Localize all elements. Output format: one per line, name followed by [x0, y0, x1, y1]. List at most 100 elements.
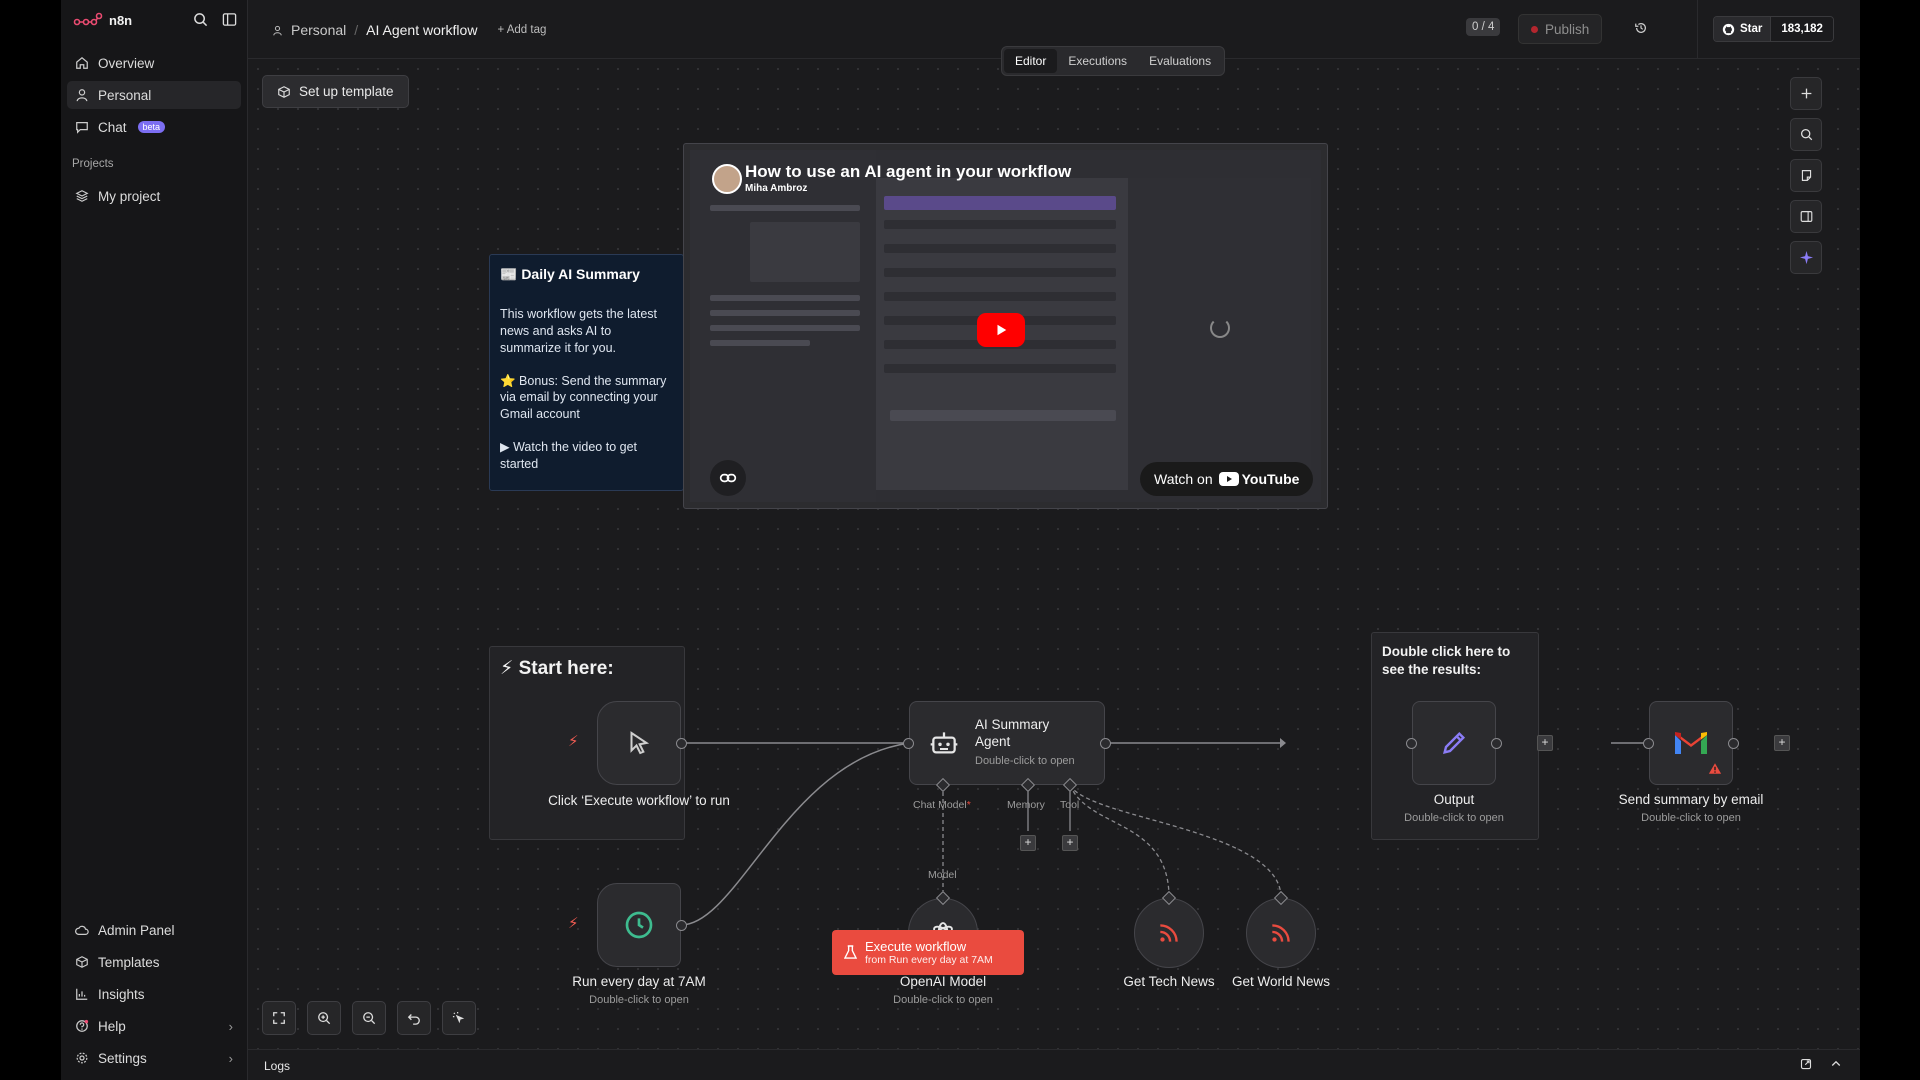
logs-label: Logs: [264, 1059, 291, 1073]
video-author: Miha Ambroz: [745, 183, 808, 194]
schedule-trigger-node[interactable]: [597, 883, 681, 967]
github-star-count: 183,182: [1770, 17, 1833, 41]
output-node[interactable]: [1412, 701, 1496, 785]
toggle-panel-button[interactable]: [1790, 200, 1822, 233]
output-port[interactable]: [1728, 738, 1739, 749]
bar-chart-icon: [76, 988, 88, 1000]
output-port[interactable]: [1491, 738, 1502, 749]
sticky-title: 📰 Daily AI Summary: [500, 266, 640, 282]
youtube-logo-icon: [1218, 472, 1239, 486]
model-port-label: Model: [928, 869, 957, 881]
video-title: How to use an AI agent in your workflow: [745, 162, 1072, 181]
set-up-template-button[interactable]: Set up template: [262, 75, 409, 108]
copy-link-button[interactable]: [710, 460, 746, 496]
undo-icon: [407, 1014, 420, 1025]
port-label-text: Chat Model: [913, 799, 967, 811]
github-icon: [1722, 23, 1735, 35]
sidebar-item-admin-panel[interactable]: Admin Panel: [67, 916, 241, 944]
zoom-in-button[interactable]: [307, 1001, 341, 1035]
history-icon[interactable]: [1634, 21, 1648, 35]
memory-port-label: Memory: [1007, 799, 1045, 811]
zoom-out-button[interactable]: [352, 1001, 386, 1035]
search-icon[interactable]: [193, 12, 208, 27]
panel-icon: [1800, 211, 1812, 222]
output-port[interactable]: [676, 920, 687, 931]
trigger-bolt-icon: ⚡: [568, 733, 579, 750]
sidebar-item-label: Overview: [98, 55, 155, 71]
node-label: Send summary by email: [1618, 792, 1764, 807]
input-port[interactable]: [1406, 738, 1417, 749]
sidebar-item-my-project[interactable]: My project: [67, 182, 241, 210]
logs-panel-bar[interactable]: Logs: [248, 1049, 1860, 1080]
add-tool-button[interactable]: +: [1062, 835, 1078, 851]
layers-icon: [75, 190, 89, 202]
sidebar-toggle-icon[interactable]: [222, 12, 237, 27]
sidebar-item-settings[interactable]: Settings ›: [67, 1044, 241, 1072]
sidebar-item-personal[interactable]: Personal: [67, 81, 241, 109]
add-tag-button[interactable]: + Add tag: [497, 24, 546, 36]
tab-executions[interactable]: Executions: [1057, 49, 1138, 73]
sidebar-item-label: Chat: [98, 119, 127, 135]
gmail-node[interactable]: [1649, 701, 1733, 785]
chevron-right-icon: ›: [228, 1018, 233, 1034]
github-star-button[interactable]: Star 183,182: [1713, 16, 1834, 42]
output-port[interactable]: [676, 738, 687, 749]
get-tech-news-node[interactable]: [1134, 898, 1204, 968]
cloud-icon: [75, 925, 89, 935]
sidebar-item-help[interactable]: Help ›: [67, 1012, 241, 1040]
execute-workflow-label: Execute workflow: [865, 939, 967, 954]
tab-evaluations[interactable]: Evaluations: [1138, 49, 1222, 73]
help-icon: [76, 1019, 89, 1032]
github-star: Star: [1714, 17, 1771, 41]
fit-view-button[interactable]: [262, 1001, 296, 1035]
input-port[interactable]: [1643, 738, 1654, 749]
github-star-label: Star: [1740, 23, 1763, 35]
avatar: [712, 164, 742, 194]
play-button[interactable]: [977, 313, 1025, 347]
watch-on-youtube-button[interactable]: Watch on YouTube: [1140, 462, 1314, 496]
pencil-icon: [1443, 731, 1466, 754]
ai-assistant-button[interactable]: [1790, 241, 1822, 274]
add-sticky-button[interactable]: [1790, 159, 1822, 192]
warning-icon: [1708, 763, 1722, 774]
projects-section-label: Projects: [72, 158, 114, 170]
sidebar-item-label: Templates: [98, 954, 160, 970]
box-icon: [278, 85, 290, 98]
sidebar-item-overview[interactable]: Overview: [67, 49, 241, 77]
sticky-note-daily-summary[interactable]: 📰 Daily AI Summary This workflow gets th…: [489, 254, 684, 491]
add-next-node-button[interactable]: +: [1537, 735, 1553, 751]
node-label: Get World News: [1231, 974, 1331, 989]
loading-spinner-icon: [1210, 318, 1230, 338]
popout-icon[interactable]: [1800, 1058, 1812, 1070]
input-port[interactable]: [903, 738, 914, 749]
breadcrumb: Personal / AI Agent workflow + Add tag: [272, 22, 546, 38]
publish-button[interactable]: Publish: [1518, 14, 1603, 44]
search-nodes-button[interactable]: [1790, 118, 1822, 151]
get-world-news-node[interactable]: [1246, 898, 1316, 968]
required-marker: *: [966, 799, 971, 811]
output-port[interactable]: [1100, 738, 1111, 749]
node-label: Get Tech News: [1123, 974, 1215, 989]
workflow-canvas[interactable]: Set up template 📰 Daily AI Summary This …: [248, 59, 1860, 1049]
sidebar-item-label: My project: [98, 188, 161, 204]
view-tabs: Editor Executions Evaluations: [1001, 46, 1226, 76]
brand[interactable]: n8n: [73, 12, 132, 28]
manual-trigger-node[interactable]: [597, 701, 681, 785]
tidy-up-button[interactable]: [442, 1001, 476, 1035]
video-embed[interactable]: How to use an AI agent in your workflow …: [683, 143, 1328, 509]
add-node-button[interactable]: [1790, 77, 1822, 110]
tab-editor[interactable]: Editor: [1004, 49, 1058, 73]
sidebar-item-insights[interactable]: Insights: [67, 980, 241, 1008]
sidebar-item-templates[interactable]: Templates: [67, 948, 241, 976]
workflow-name[interactable]: AI Agent workflow: [366, 22, 477, 38]
youtube-label: YouTube: [1241, 471, 1300, 487]
undo-button[interactable]: [397, 1001, 431, 1035]
sidebar-item-chat[interactable]: Chat beta: [67, 113, 241, 141]
add-memory-button[interactable]: +: [1020, 835, 1036, 851]
add-next-node-button[interactable]: +: [1774, 735, 1790, 751]
execute-workflow-button[interactable]: Execute workflow from Run every day at 7…: [832, 930, 1024, 975]
chevron-up-icon[interactable]: [1830, 1058, 1842, 1070]
chat-model-port-label: Chat Model*: [913, 799, 971, 811]
breadcrumb-separator: /: [354, 22, 359, 38]
breadcrumb-personal[interactable]: Personal: [291, 22, 346, 38]
